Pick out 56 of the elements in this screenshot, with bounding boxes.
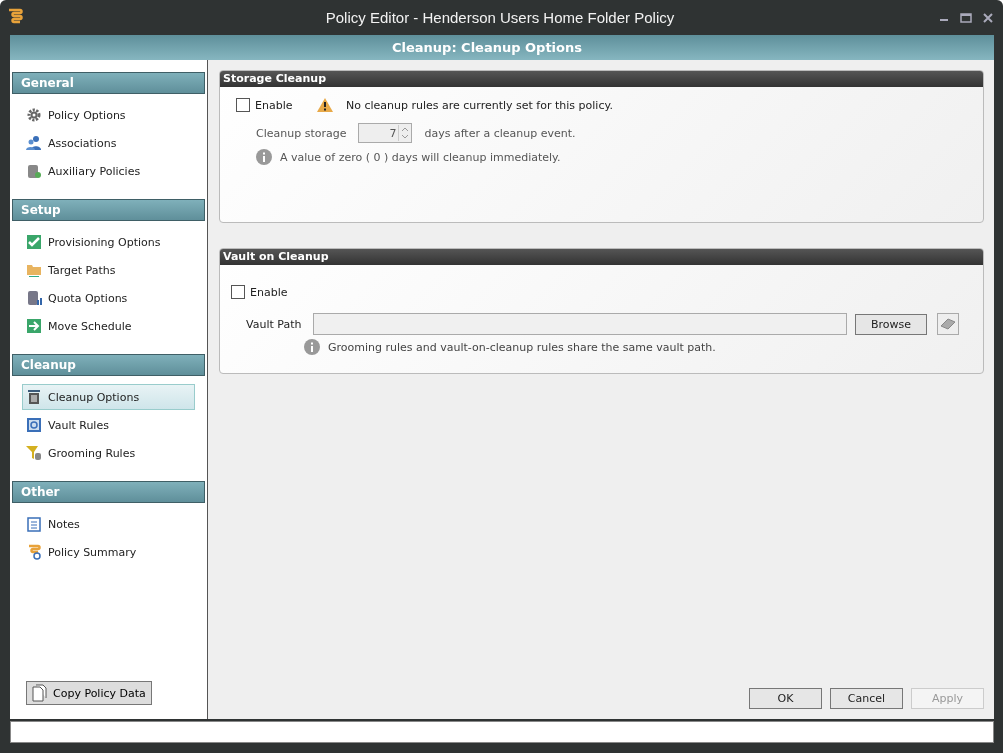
eraser-button[interactable] [937,313,959,335]
group-title: Storage Cleanup [220,71,983,87]
close-icon[interactable] [982,13,994,23]
database-icon [26,163,42,179]
copy-icon [32,684,48,702]
maximize-icon[interactable] [960,13,972,23]
dialog-button[interactable]: Cancel [830,688,903,709]
info-text: A value of zero ( 0 ) days will cleanup immediately. [280,150,561,164]
sidebar-item[interactable]: Cleanup Options [22,384,195,410]
checkmark-icon [26,234,42,250]
copy-policy-data-button[interactable]: Copy Policy Data [26,681,152,705]
people-icon [26,135,42,151]
sidebar-item[interactable]: Quota Options [22,285,195,311]
section-header: Other [12,481,205,503]
section-header: General [12,72,205,94]
sidebar-item[interactable]: Target Paths [22,257,195,283]
clipboard-icon [26,516,42,532]
chart-icon [26,290,42,306]
dialog-button[interactable]: OK [749,688,822,709]
enable-checkbox[interactable]: Enable [236,98,308,112]
sidebar-item[interactable]: Grooming Rules [22,440,195,466]
sidebar-item[interactable]: Associations [22,130,195,156]
arrow-icon [26,318,42,334]
funnel-icon [26,445,42,461]
checkbox-square[interactable] [236,98,250,112]
gear-icon [26,107,42,123]
sidebar-item[interactable]: Vault Rules [22,412,195,438]
section-header: Setup [12,199,205,221]
info-text: Grooming rules and vault-on-cleanup rules share the same vault path. [328,340,716,354]
days-suffix-text: days after a cleanup event. [424,126,576,140]
group-title: Vault on Cleanup [220,249,983,265]
cleanup-storage-label: Cleanup storage [256,126,347,140]
scroll-icon [26,544,42,560]
sidebar-item[interactable]: Move Schedule [22,313,195,339]
sidebar-item[interactable]: Provisioning Options [22,229,195,255]
sidebar-item[interactable]: Auxiliary Policies [22,158,195,184]
trash-icon [26,389,42,405]
warning-icon [316,97,334,113]
scroll-icon [6,8,24,26]
vault-path-label: Vault Path [246,317,302,331]
safe-icon [26,417,42,433]
eraser-icon [940,318,956,330]
folder-icon [26,262,42,278]
sidebar-item[interactable]: Policy Options [22,102,195,128]
sidebar-item[interactable]: Policy Summary [22,539,195,565]
sidebar-item[interactable]: Notes [22,511,195,537]
browse-button[interactable]: Browse [855,313,927,335]
enable-checkbox[interactable]: Enable [231,285,303,299]
days-spinner[interactable]: 7 [358,123,413,143]
info-icon [304,339,320,355]
warning-text: No cleanup rules are currently set for this policy. [346,98,613,112]
page-title: Cleanup: Cleanup Options [392,40,582,55]
info-icon [256,149,272,165]
section-header: Cleanup [12,354,205,376]
window-title: Policy Editor - Henderson Users Home Folder Policy [325,9,675,26]
checkbox-square[interactable] [231,285,245,299]
